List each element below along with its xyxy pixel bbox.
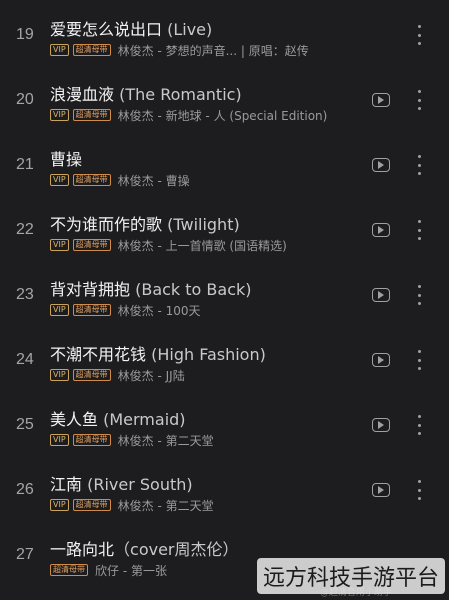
song-list: 19 爱要怎么说出口 (Live) VIP 超清母带 林俊杰 - 梦想的声音..…	[0, 0, 449, 585]
song-title: 不潮不用花钱 (High Fashion)	[50, 341, 360, 365]
artist-album: 林俊杰 - 100天	[117, 303, 201, 318]
song-title-en: (High Fashion)	[151, 345, 266, 364]
hq-badge: 超清母带	[72, 304, 111, 316]
vip-badge: VIP	[50, 174, 69, 186]
artist-album: 林俊杰 - 新地球 - 人 (Special Edition)	[117, 108, 328, 123]
hq-badge: 超清母带	[72, 369, 111, 381]
song-row[interactable]: 22 不为谁而作的歌 (Twilight) VIP 超清母带 林俊杰 - 上一首…	[0, 195, 449, 260]
vip-badge: VIP	[50, 239, 69, 251]
song-title: 不为谁而作的歌 (Twilight)	[50, 211, 360, 235]
hq-badge: 超清母带	[72, 499, 111, 511]
song-meta: VIP 超清母带 林俊杰 - JJ陆	[50, 367, 380, 383]
song-meta: VIP 超清母带 林俊杰 - 新地球 - 人 (Special Edition)	[50, 107, 380, 123]
hq-badge: 超清母带	[72, 109, 111, 121]
song-row[interactable]: 23 背对背拥抱 (Back to Back) VIP 超清母带 林俊杰 - 1…	[0, 260, 449, 325]
vip-badge: VIP	[50, 499, 69, 511]
vip-badge: VIP	[50, 369, 69, 381]
track-number: 25	[16, 416, 34, 433]
song-title-en: (Twilight)	[167, 215, 240, 234]
more-options-icon[interactable]	[415, 350, 423, 370]
song-row[interactable]: 26 江南 (River South) VIP 超清母带 林俊杰 - 第二天堂	[0, 455, 449, 520]
more-options-icon[interactable]	[415, 90, 423, 110]
song-meta: VIP 超清母带 林俊杰 - 梦想的声音... | 原唱：赵传	[50, 42, 380, 58]
mv-play-icon[interactable]	[372, 223, 390, 237]
vip-badge: VIP	[50, 109, 69, 121]
song-title-cn: 浪漫血液	[50, 85, 115, 104]
more-options-icon[interactable]	[415, 480, 423, 500]
track-number: 22	[16, 221, 34, 238]
song-title-en: (Live)	[167, 20, 213, 39]
song-title-en: (River South)	[87, 475, 193, 494]
artist-album: 林俊杰 - 梦想的声音... | 原唱：赵传	[117, 43, 309, 58]
track-number: 24	[16, 351, 34, 368]
song-meta: VIP 超清母带 林俊杰 - 第二天堂	[50, 497, 380, 513]
song-title: 爱要怎么说出口 (Live)	[50, 16, 360, 40]
song-row[interactable]: 25 美人鱼 (Mermaid) VIP 超清母带 林俊杰 - 第二天堂	[0, 390, 449, 455]
hq-badge: 超清母带	[72, 434, 111, 446]
song-row[interactable]: 20 浪漫血液 (The Romantic) VIP 超清母带 林俊杰 - 新地…	[0, 65, 449, 130]
song-title-en: （cover周杰伦）	[114, 540, 239, 559]
track-number: 19	[16, 26, 34, 43]
song-row[interactable]: 21 曹操 VIP 超清母带 林俊杰 - 曹操	[0, 130, 449, 195]
artist-album: 林俊杰 - 上一首情歌 (国语精选)	[117, 238, 287, 253]
song-title: 一路向北（cover周杰伦）	[50, 536, 360, 560]
song-title-cn: 不潮不用花钱	[50, 345, 147, 364]
mv-play-icon[interactable]	[372, 483, 390, 497]
mv-play-icon[interactable]	[372, 353, 390, 367]
song-title-cn: 爱要怎么说出口	[50, 20, 163, 39]
song-row[interactable]: 19 爱要怎么说出口 (Live) VIP 超清母带 林俊杰 - 梦想的声音..…	[0, 0, 449, 65]
vip-badge: VIP	[50, 44, 69, 56]
song-title: 浪漫血液 (The Romantic)	[50, 81, 360, 105]
artist-album: 林俊杰 - 曹操	[117, 173, 190, 188]
track-number: 21	[16, 156, 34, 173]
song-title-en: (The Romantic)	[119, 85, 242, 104]
track-number: 27	[16, 546, 34, 563]
hq-badge: 超清母带	[72, 239, 111, 251]
mv-play-icon[interactable]	[372, 158, 390, 172]
hq-badge: 超清母带	[50, 564, 88, 576]
song-meta: VIP 超清母带 林俊杰 - 曹操	[50, 172, 380, 188]
vip-badge: VIP	[50, 304, 69, 316]
artist-album: 林俊杰 - 第二天堂	[117, 498, 214, 513]
song-row[interactable]: 24 不潮不用花钱 (High Fashion) VIP 超清母带 林俊杰 - …	[0, 325, 449, 390]
song-title-cn: 美人鱼	[50, 410, 99, 429]
artist-album: 林俊杰 - 第二天堂	[117, 433, 214, 448]
song-title-en: (Mermaid)	[103, 410, 186, 429]
watermark: 远方科技手游平台	[256, 558, 445, 594]
more-options-icon[interactable]	[415, 415, 423, 435]
hq-badge: 超清母带	[72, 174, 111, 186]
artist-album: 欣仔 - 第一张	[95, 563, 167, 578]
vip-badge: VIP	[50, 434, 69, 446]
song-title-cn: 背对背拥抱	[50, 280, 131, 299]
song-title-cn: 江南	[50, 475, 83, 494]
song-title-cn: 不为谁而作的歌	[50, 215, 163, 234]
more-options-icon[interactable]	[415, 220, 423, 240]
track-number: 20	[16, 91, 34, 108]
hq-badge: 超清母带	[72, 44, 111, 56]
song-title: 曹操	[50, 146, 360, 170]
song-meta: VIP 超清母带 林俊杰 - 上一首情歌 (国语精选)	[50, 237, 380, 253]
mv-play-icon[interactable]	[372, 288, 390, 302]
song-title-cn: 曹操	[50, 150, 83, 169]
artist-album: 林俊杰 - JJ陆	[117, 368, 185, 383]
more-options-icon[interactable]	[415, 155, 423, 175]
song-title: 美人鱼 (Mermaid)	[50, 406, 360, 430]
more-options-icon[interactable]	[415, 285, 423, 305]
track-number: 26	[16, 481, 34, 498]
song-meta: VIP 超清母带 林俊杰 - 第二天堂	[50, 432, 380, 448]
more-options-icon[interactable]	[415, 25, 423, 45]
song-title: 江南 (River South)	[50, 471, 360, 495]
song-meta: VIP 超清母带 林俊杰 - 100天	[50, 302, 380, 318]
song-title: 背对背拥抱 (Back to Back)	[50, 276, 360, 300]
song-title-cn: 一路向北	[50, 540, 115, 559]
song-title-en: (Back to Back)	[135, 280, 252, 299]
track-number: 23	[16, 286, 34, 303]
mv-play-icon[interactable]	[372, 93, 390, 107]
mv-play-icon[interactable]	[372, 418, 390, 432]
